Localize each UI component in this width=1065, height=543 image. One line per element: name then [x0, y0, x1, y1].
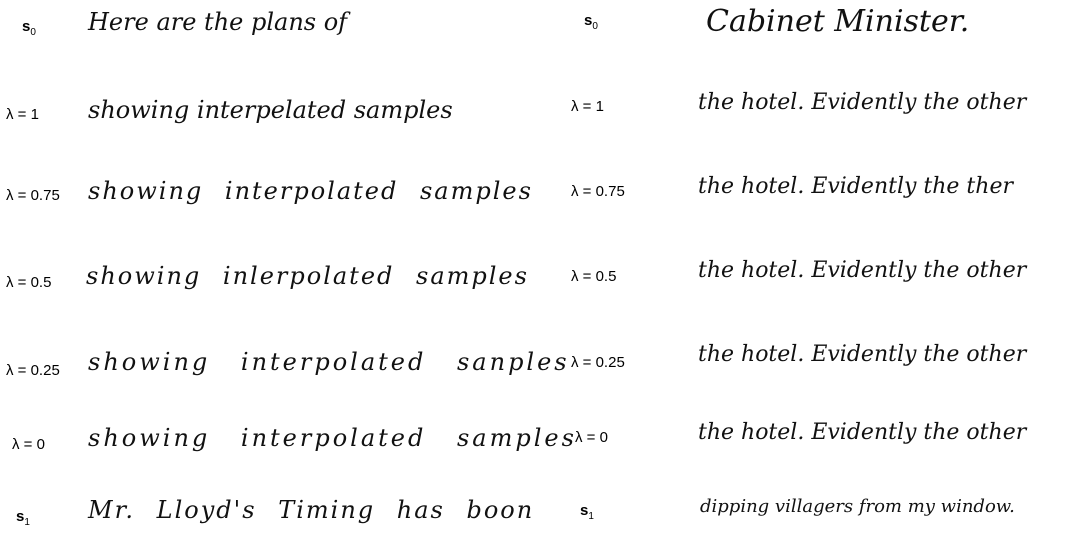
label-lambda-1-right: λ = 1	[571, 98, 604, 115]
handwriting-lambda-1-left: showing interpelated samples	[88, 96, 453, 124]
label-lambda-075-left: λ = 0.75	[6, 187, 60, 204]
handwriting-lambda-025-left: showing interpolated sanples	[88, 348, 570, 376]
handwriting-lambda-025-right: the hotel. Evidently the other	[698, 342, 1027, 367]
handwriting-lambda-05-left: showing inlerpolated samples	[86, 262, 529, 290]
handwriting-lambda-0-right: the hotel. Evidently the other	[698, 420, 1027, 445]
label-lambda-1-left: λ = 1	[6, 106, 39, 123]
handwriting-lambda-0-left: showing interpolated samples	[88, 424, 577, 452]
handwriting-lambda-1-right: the hotel. Evidently the other	[698, 90, 1027, 115]
handwriting-s0-right: Cabinet Minister.	[706, 4, 970, 39]
label-s1-right: s1	[580, 502, 594, 522]
label-s0-right: s0	[584, 12, 598, 32]
handwriting-lambda-05-right: the hotel. Evidently the other	[698, 258, 1027, 283]
handwriting-s0-left: Here are the plans of	[88, 8, 348, 36]
handwriting-s1-right: dipping villagers from my window.	[700, 496, 1015, 517]
handwriting-s1-left: Mr. Lloyd's Timing has boon	[88, 496, 535, 524]
label-lambda-025-right: λ = 0.25	[571, 354, 625, 371]
label-lambda-05-left: λ = 0.5	[6, 274, 52, 291]
label-lambda-0-left: λ = 0	[12, 436, 45, 453]
handwriting-lambda-075-left: showing interpolated samples	[88, 177, 533, 205]
label-lambda-025-left: λ = 0.25	[6, 362, 60, 379]
handwriting-lambda-075-right: the hotel. Evidently the ther	[698, 174, 1013, 199]
label-lambda-0-right: λ = 0	[575, 429, 608, 446]
label-lambda-075-right: λ = 0.75	[571, 183, 625, 200]
label-s0-left: s0	[22, 18, 36, 38]
label-s1-left: s1	[16, 508, 30, 528]
label-lambda-05-right: λ = 0.5	[571, 268, 617, 285]
